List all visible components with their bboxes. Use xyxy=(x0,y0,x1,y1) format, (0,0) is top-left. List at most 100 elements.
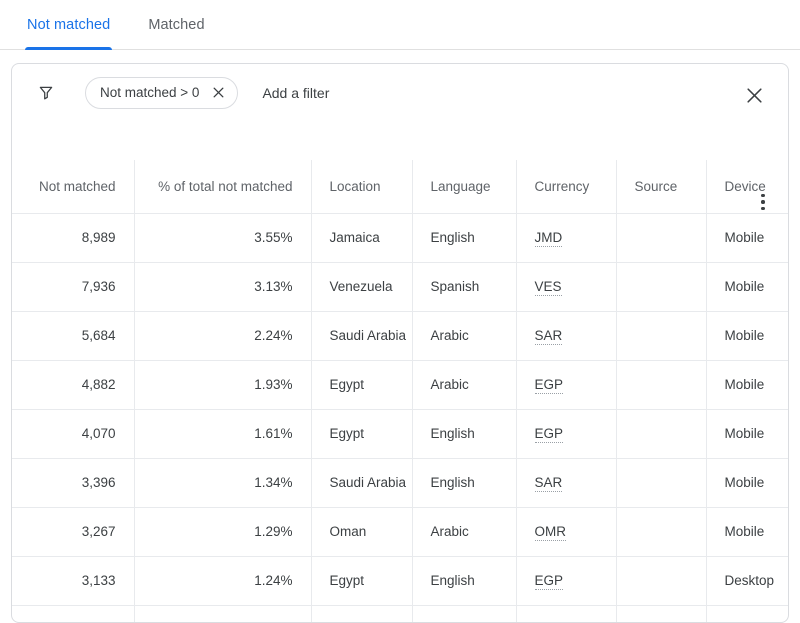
filter-funnel-icon[interactable] xyxy=(34,81,58,105)
cell-location: Saudi Arabia xyxy=(311,458,412,507)
table-row[interactable]: 3,1331.24%EgyptEnglishEGPDesktop xyxy=(12,556,788,605)
column-header-currency[interactable]: Currency xyxy=(516,160,616,213)
cell-not-matched: 7,936 xyxy=(12,262,134,311)
cell-location: Oman xyxy=(311,507,412,556)
table-header: Not matched % of total not matched Locat… xyxy=(12,160,788,213)
table-row[interactable] xyxy=(12,605,788,622)
table-row[interactable]: 4,8821.93%EgyptArabicEGPMobile xyxy=(12,360,788,409)
cell-pct-of-total-not-matched: 1.34% xyxy=(134,458,311,507)
cell-pct-of-total-not-matched: 2.24% xyxy=(134,311,311,360)
cell-currency: SAR xyxy=(516,311,616,360)
cell-language: English xyxy=(412,458,516,507)
cell-pct-of-total-not-matched: 3.55% xyxy=(134,213,311,262)
cell-language: Spanish xyxy=(412,262,516,311)
cell-currency-abbr: OMR xyxy=(535,524,567,541)
cell-language: Arabic xyxy=(412,360,516,409)
cell-not-matched: 3,396 xyxy=(12,458,134,507)
cell-device xyxy=(706,605,788,622)
results-table-container[interactable]: Not matched % of total not matched Locat… xyxy=(12,160,788,622)
tab-matched[interactable]: Matched xyxy=(146,0,206,50)
close-icon[interactable] xyxy=(742,83,766,107)
cell-language: English xyxy=(412,409,516,458)
cell-pct-of-total-not-matched: 1.29% xyxy=(134,507,311,556)
cell-source xyxy=(616,507,706,556)
tab-not-matched-label: Not matched xyxy=(25,17,112,33)
cell-source xyxy=(616,262,706,311)
results-card: Not matched > 0 Add a filter xyxy=(11,63,789,623)
cell-currency: EGP xyxy=(516,556,616,605)
cell-pct-of-total-not-matched: 1.61% xyxy=(134,409,311,458)
filter-chip-not-matched[interactable]: Not matched > 0 xyxy=(85,77,238,109)
cell-currency-abbr: JMD xyxy=(535,230,563,247)
cell-not-matched xyxy=(12,605,134,622)
cell-device: Mobile xyxy=(706,507,788,556)
column-header-source[interactable]: Source xyxy=(616,160,706,213)
cell-device: Mobile xyxy=(706,311,788,360)
table-row[interactable]: 4,0701.61%EgyptEnglish EGP Mobile xyxy=(12,409,788,458)
table-row[interactable]: 3,2671.29%OmanArabicOMRMobile xyxy=(12,507,788,556)
table-row[interactable]: 7,9363.13%VenezuelaSpanishVESMobile xyxy=(12,262,788,311)
cell-currency xyxy=(516,605,616,622)
table-row[interactable]: 5,6842.24%Saudi ArabiaArabic SAR Mobile xyxy=(12,311,788,360)
cell-currency: EGP xyxy=(516,409,616,458)
column-header-not-matched[interactable]: Not matched xyxy=(12,160,134,213)
cell-device: Mobile xyxy=(706,262,788,311)
cell-not-matched: 8,989 xyxy=(12,213,134,262)
cell-device: Desktop xyxy=(706,556,788,605)
cell-language: English xyxy=(412,213,516,262)
column-header-device[interactable]: Device xyxy=(706,160,788,213)
cell-not-matched: 5,684 xyxy=(12,311,134,360)
cell-not-matched: 4,070 xyxy=(12,409,134,458)
cell-currency: EGP xyxy=(516,360,616,409)
cell-not-matched: 3,133 xyxy=(12,556,134,605)
cell-source xyxy=(616,311,706,360)
column-header-language[interactable]: Language xyxy=(412,160,516,213)
cell-currency: JMD xyxy=(516,213,616,262)
filter-row: Not matched > 0 Add a filter xyxy=(12,64,329,121)
cell-source xyxy=(616,360,706,409)
cell-currency-abbr: EGP xyxy=(535,573,564,590)
cell-language xyxy=(412,605,516,622)
filter-chip-label: Not matched > 0 xyxy=(100,85,199,100)
cell-pct-of-total-not-matched: 1.24% xyxy=(134,556,311,605)
cell-currency-abbr: EGP xyxy=(535,377,564,394)
cell-currency: VES xyxy=(516,262,616,311)
cell-currency-abbr: SAR xyxy=(535,328,563,345)
cell-currency-abbr: VES xyxy=(535,279,562,296)
column-header-location[interactable]: Location xyxy=(311,160,412,213)
add-filter-button[interactable]: Add a filter xyxy=(262,85,329,101)
cell-location xyxy=(311,605,412,622)
cell-device: Mobile xyxy=(706,360,788,409)
cell-location: Saudi Arabia xyxy=(311,311,412,360)
cell-pct-of-total-not-matched: 1.93% xyxy=(134,360,311,409)
cell-language: Arabic xyxy=(412,311,516,360)
table-row[interactable]: 3,3961.34%Saudi ArabiaEnglish SAR Mobile xyxy=(12,458,788,507)
cell-location: Jamaica xyxy=(311,213,412,262)
cell-location: Egypt xyxy=(311,409,412,458)
column-header-pct-of-total-not-matched[interactable]: % of total not matched xyxy=(134,160,311,213)
cell-language: English xyxy=(412,556,516,605)
cell-source xyxy=(616,605,706,622)
filter-chip-remove-icon[interactable] xyxy=(208,83,228,103)
cell-device: Mobile xyxy=(706,458,788,507)
cell-currency: OMR xyxy=(516,507,616,556)
cell-device: Mobile xyxy=(706,409,788,458)
cell-language: Arabic xyxy=(412,507,516,556)
cell-source xyxy=(616,556,706,605)
cell-device: Mobile xyxy=(706,213,788,262)
cell-currency: SAR xyxy=(516,458,616,507)
cell-source xyxy=(616,458,706,507)
tab-matched-label: Matched xyxy=(146,17,206,33)
filter-toolbar: Not matched > 0 Add a filter xyxy=(12,64,788,160)
table-body: 8,9893.55%JamaicaEnglishJMDMobile7,9363.… xyxy=(12,213,788,622)
table-row[interactable]: 8,9893.55%JamaicaEnglish JMD Mobile xyxy=(12,213,788,262)
results-table: Not matched % of total not matched Locat… xyxy=(12,160,788,622)
cell-source xyxy=(616,213,706,262)
table-header-row: Not matched % of total not matched Locat… xyxy=(12,160,788,213)
cell-pct-of-total-not-matched xyxy=(134,605,311,622)
cell-currency-abbr: SAR xyxy=(535,475,563,492)
cell-pct-of-total-not-matched: 3.13% xyxy=(134,262,311,311)
tab-bar: Not matched Matched xyxy=(0,0,800,50)
cell-currency-abbr: EGP xyxy=(535,426,564,443)
tab-not-matched[interactable]: Not matched xyxy=(25,0,112,50)
